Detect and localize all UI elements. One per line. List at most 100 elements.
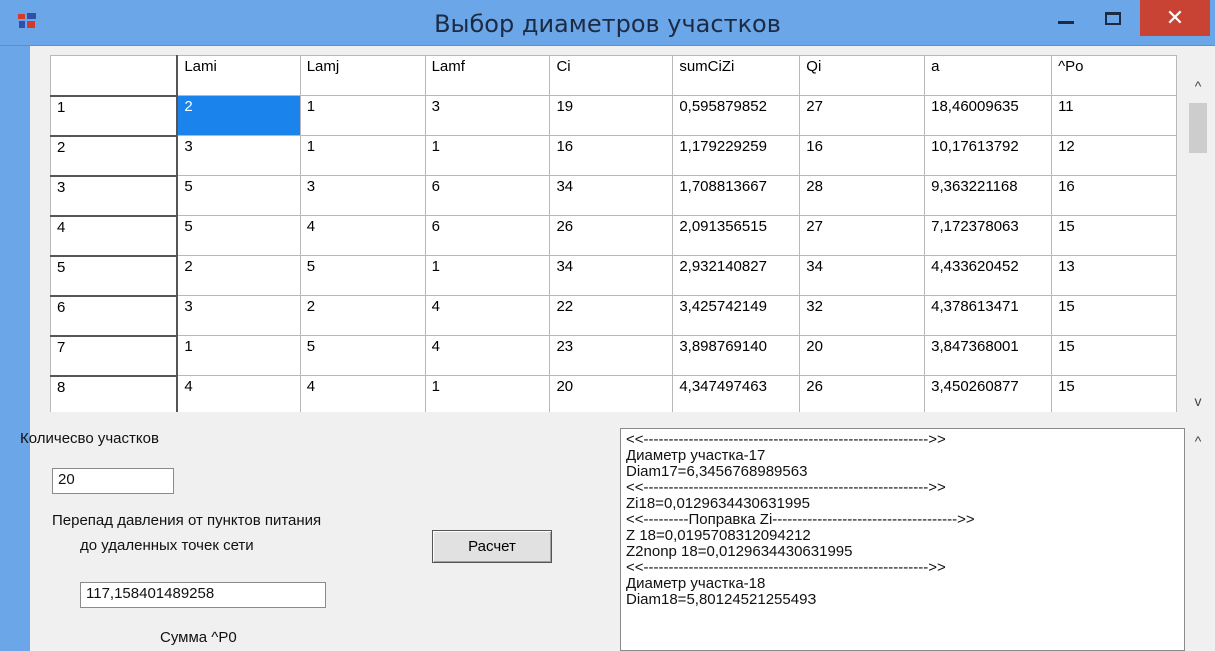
grid-cell[interactable]: 4 xyxy=(299,375,426,412)
grid-cell[interactable]: 1 xyxy=(424,135,551,176)
column-header[interactable]: Lami xyxy=(176,55,301,96)
grid-cell[interactable]: 15 xyxy=(1051,335,1177,376)
table-row[interactable]: 3 5 3 6 34 1,708813667 28 9,363221168 16 xyxy=(50,175,1177,217)
grid-cell[interactable]: 18,46009635 xyxy=(924,95,1053,136)
grid-cell[interactable]: 15 xyxy=(1051,215,1177,256)
grid-cell[interactable]: 1 xyxy=(424,255,551,296)
grid-cell[interactable]: 3,450260877 xyxy=(924,375,1053,412)
scroll-up-icon[interactable]: ^ xyxy=(1185,73,1211,99)
grid-cell[interactable]: 6 xyxy=(424,215,551,256)
table-row[interactable]: 2 3 1 1 16 1,179229259 16 10,17613792 12 xyxy=(50,135,1177,177)
grid-cell[interactable]: 1 xyxy=(299,135,426,176)
pressure-input[interactable]: 117,158401489258 xyxy=(80,582,326,608)
column-header[interactable]: Lamf xyxy=(424,55,551,96)
row-header-cell[interactable]: 2 xyxy=(50,135,179,177)
grid-cell[interactable]: 27 xyxy=(799,215,926,256)
grid-cell[interactable]: 4,433620452 xyxy=(924,255,1053,296)
grid-cell[interactable]: 4 xyxy=(424,335,551,376)
grid-cell[interactable]: 34 xyxy=(549,255,674,296)
title-bar[interactable]: Выбор диаметров участков ✕ xyxy=(0,0,1215,46)
grid-cell[interactable]: 4,347497463 xyxy=(672,375,801,412)
grid-cell[interactable]: 3 xyxy=(176,295,301,336)
grid-cell[interactable]: 0,595879852 xyxy=(672,95,801,136)
row-header-cell[interactable]: 1 xyxy=(50,95,179,137)
close-button[interactable]: ✕ xyxy=(1140,0,1210,36)
grid-cell[interactable]: 16 xyxy=(799,135,926,176)
grid-cell[interactable]: 5 xyxy=(176,215,301,256)
output-memo[interactable]: <<--------------------------------------… xyxy=(620,428,1185,651)
column-header[interactable]: ^Po xyxy=(1051,55,1177,96)
table-row[interactable]: 4 5 4 6 26 2,091356515 27 7,172378063 15 xyxy=(50,215,1177,257)
grid-cell[interactable]: 1 xyxy=(299,95,426,136)
row-header-cell[interactable]: 5 xyxy=(50,255,179,297)
grid-cell[interactable]: 3,898769140 xyxy=(672,335,801,376)
row-header-cell[interactable]: 6 xyxy=(50,295,179,337)
grid-table[interactable]: Lami Lamj Lamf Ci sumCiZi Qi a ^Po 1 2 1 3 19 0,5958… xyxy=(50,55,1177,412)
grid-cell[interactable]: 1,179229259 xyxy=(672,135,801,176)
grid-cell[interactable]: 2 xyxy=(176,255,301,296)
grid-cell[interactable]: 15 xyxy=(1051,375,1177,412)
grid-cell[interactable]: 20 xyxy=(549,375,674,412)
column-header[interactable]: Qi xyxy=(799,55,926,96)
grid-cell[interactable]: 11 xyxy=(1051,95,1177,136)
grid-cell[interactable]: 27 xyxy=(799,95,926,136)
grid-cell[interactable]: 3,847368001 xyxy=(924,335,1053,376)
grid-cell[interactable]: 10,17613792 xyxy=(924,135,1053,176)
data-grid[interactable]: Lami Lamj Lamf Ci sumCiZi Qi a ^Po 1 2 1 3 19 0,5958… xyxy=(50,55,1177,412)
grid-cell[interactable]: 5 xyxy=(176,175,301,216)
grid-cell[interactable]: 1 xyxy=(424,375,551,412)
grid-cell[interactable]: 22 xyxy=(549,295,674,336)
table-row[interactable]: 8 4 4 1 20 4,347497463 26 3,450260877 15 xyxy=(50,375,1177,412)
column-header[interactable]: Lamj xyxy=(299,55,426,96)
grid-cell[interactable]: 6 xyxy=(424,175,551,216)
grid-cell[interactable]: 26 xyxy=(549,215,674,256)
grid-cell[interactable]: 4,378613471 xyxy=(924,295,1053,336)
grid-vertical-scrollbar[interactable]: ^ v xyxy=(1185,55,1211,412)
sections-input[interactable]: 20 xyxy=(52,468,174,494)
grid-cell[interactable]: 12 xyxy=(1051,135,1177,176)
grid-cell[interactable]: 34 xyxy=(799,255,926,296)
column-header[interactable]: Ci xyxy=(549,55,674,96)
grid-cell[interactable]: 3 xyxy=(299,175,426,216)
grid-cell[interactable]: 19 xyxy=(549,95,674,136)
row-header-cell[interactable]: 4 xyxy=(50,215,179,257)
grid-cell[interactable]: 4 xyxy=(299,215,426,256)
grid-cell[interactable]: 4 xyxy=(176,375,301,412)
grid-corner-cell[interactable] xyxy=(50,55,179,97)
table-row[interactable]: 6 3 2 4 22 3,425742149 32 4,378613471 15 xyxy=(50,295,1177,337)
grid-cell[interactable]: 3 xyxy=(424,95,551,136)
grid-cell[interactable]: 5 xyxy=(299,335,426,376)
grid-cell[interactable]: 2,091356515 xyxy=(672,215,801,256)
grid-cell[interactable]: 4 xyxy=(424,295,551,336)
grid-cell[interactable]: 1,708813667 xyxy=(672,175,801,216)
table-row[interactable]: 1 2 1 3 19 0,595879852 27 18,46009635 11 xyxy=(50,95,1177,137)
row-header-cell[interactable]: 7 xyxy=(50,335,179,377)
grid-cell[interactable]: 15 xyxy=(1051,295,1177,336)
grid-cell[interactable]: 1 xyxy=(176,335,301,376)
memo-scroll-up-icon[interactable]: ^ xyxy=(1185,428,1211,454)
grid-cell[interactable]: 9,363221168 xyxy=(924,175,1053,216)
grid-cell[interactable]: 23 xyxy=(549,335,674,376)
calculate-button[interactable]: Расчет xyxy=(432,530,552,563)
memo-vertical-scrollbar[interactable]: ^ xyxy=(1185,428,1211,651)
row-header-cell[interactable]: 8 xyxy=(50,375,179,412)
column-header[interactable]: sumCiZi xyxy=(672,55,801,96)
table-row[interactable]: 7 1 5 4 23 3,898769140 20 3,847368001 15 xyxy=(50,335,1177,377)
grid-cell[interactable]: 34 xyxy=(549,175,674,216)
grid-cell[interactable]: 16 xyxy=(549,135,674,176)
grid-cell[interactable]: 16 xyxy=(1051,175,1177,216)
grid-cell[interactable]: 3,425742149 xyxy=(672,295,801,336)
grid-cell[interactable]: 5 xyxy=(299,255,426,296)
grid-cell[interactable]: 2 xyxy=(299,295,426,336)
grid-cell[interactable]: 7,172378063 xyxy=(924,215,1053,256)
grid-cell[interactable]: 26 xyxy=(799,375,926,412)
row-header-cell[interactable]: 3 xyxy=(50,175,179,217)
maximize-button[interactable] xyxy=(1090,0,1136,36)
scroll-thumb[interactable] xyxy=(1189,103,1207,153)
grid-cell[interactable]: 20 xyxy=(799,335,926,376)
column-header[interactable]: a xyxy=(924,55,1053,96)
grid-cell[interactable]: 28 xyxy=(799,175,926,216)
grid-cell[interactable]: 2 xyxy=(176,95,301,136)
minimize-button[interactable] xyxy=(1043,0,1089,36)
grid-cell[interactable]: 32 xyxy=(799,295,926,336)
